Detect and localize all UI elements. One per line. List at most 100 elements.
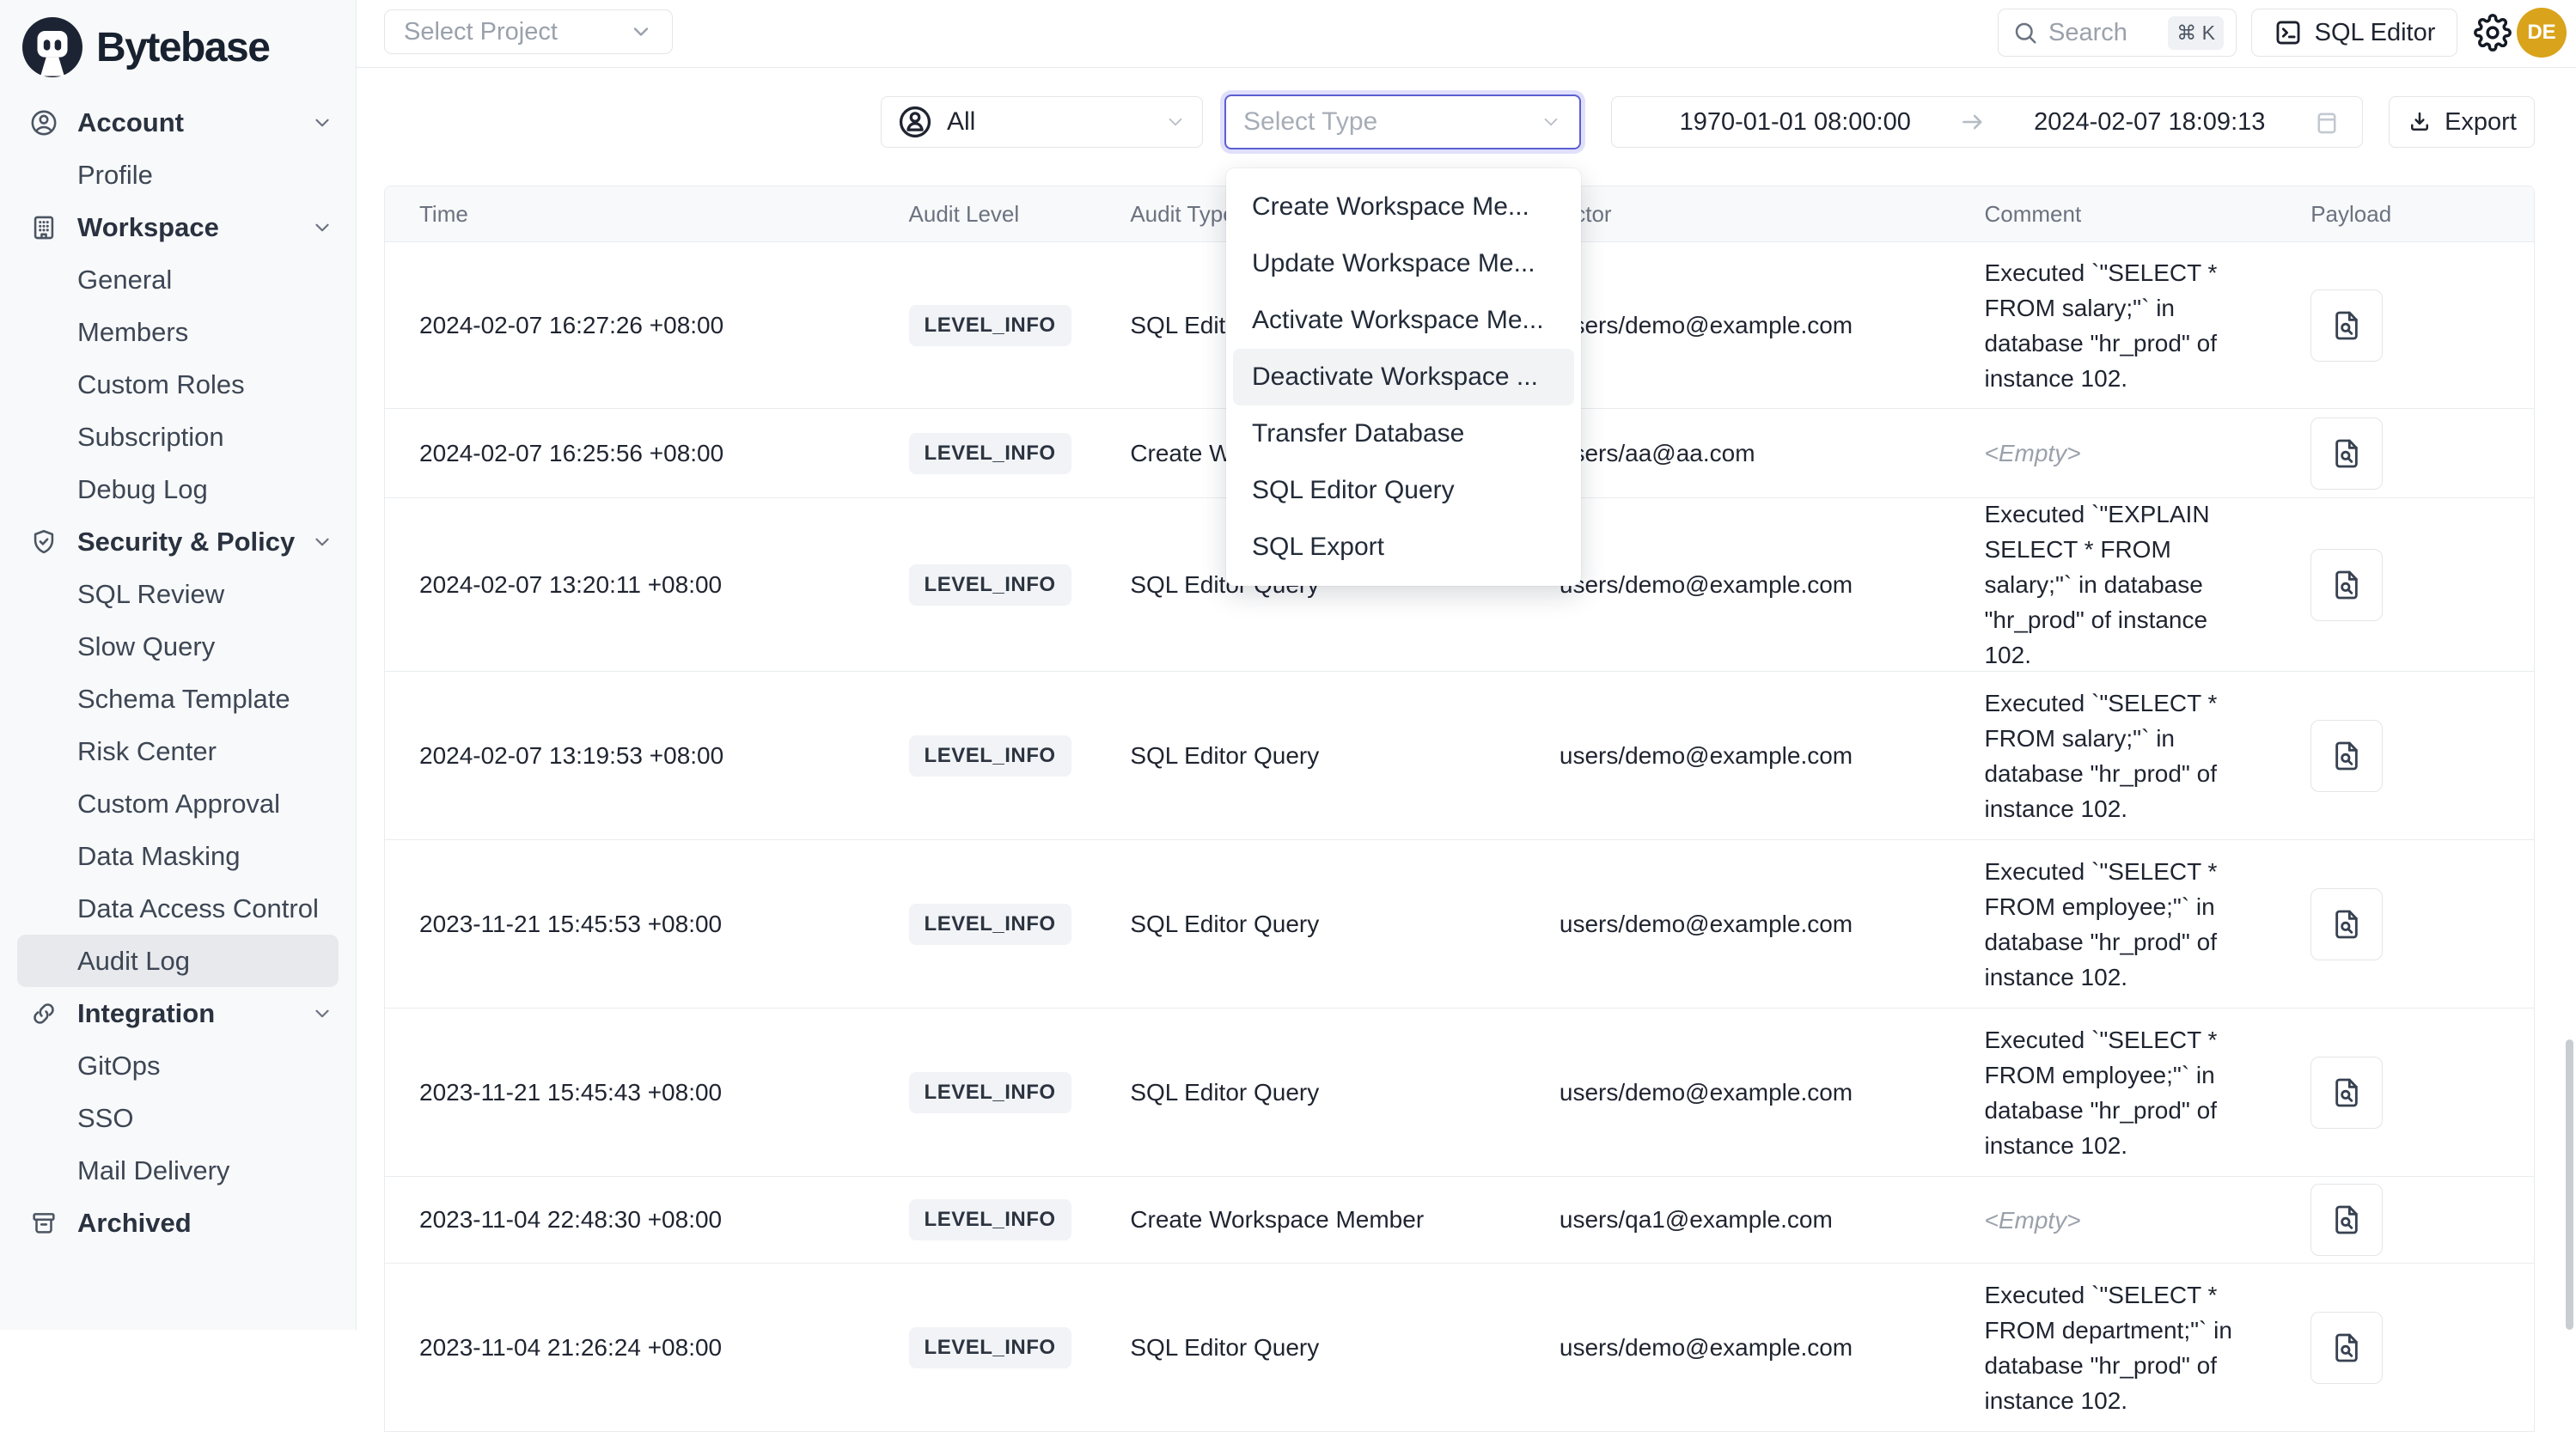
sidebar-item-label: Schema Template xyxy=(77,684,290,715)
audit-actor: users/aa@aa.com xyxy=(1560,440,1985,467)
topbar: Select Project Search ⌘ K SQL Editor DE xyxy=(357,0,2576,68)
search-shortcut-badge: ⌘ K xyxy=(2168,16,2224,50)
sidebar-item-sso[interactable]: SSO xyxy=(0,1092,356,1144)
sidebar-section-security-policy[interactable]: Security & Policy xyxy=(0,515,356,568)
sidebar-item-mail-delivery[interactable]: Mail Delivery xyxy=(0,1144,356,1197)
menu-item-activate-workspace-member[interactable]: Activate Workspace Me... xyxy=(1226,292,1581,349)
sidebar-item-slow-query[interactable]: Slow Query xyxy=(0,620,356,673)
sidebar-item-general[interactable]: General xyxy=(0,253,356,306)
audit-time: 2024-02-07 13:19:53 +08:00 xyxy=(385,742,909,770)
sidebar-item-subscription[interactable]: Subscription xyxy=(0,411,356,463)
audit-actor: users/demo@example.com xyxy=(1560,571,1985,599)
view-payload-button[interactable] xyxy=(2310,549,2383,621)
sidebar-item-label: Data Masking xyxy=(77,841,241,872)
archive-icon xyxy=(29,1209,58,1238)
date-range-picker[interactable]: 1970-01-01 08:00:00 2024-02-07 18:09:13 xyxy=(1611,96,2363,148)
view-payload-button[interactable] xyxy=(2310,720,2383,792)
sidebar-item-profile[interactable]: Profile xyxy=(0,149,356,201)
sidebar-item-schema-template[interactable]: Schema Template xyxy=(0,673,356,725)
audit-actor: users/demo@example.com xyxy=(1560,1079,1985,1106)
menu-item-sql-export[interactable]: SQL Export xyxy=(1226,519,1581,576)
sidebar-item-audit-log[interactable]: Audit Log xyxy=(17,935,339,987)
brand-logo[interactable]: Bytebase xyxy=(0,0,356,77)
view-payload-button[interactable] xyxy=(2310,289,2383,362)
project-select[interactable]: Select Project xyxy=(384,9,673,54)
view-payload-button[interactable] xyxy=(2310,888,2383,960)
sidebar-item-risk-center[interactable]: Risk Center xyxy=(0,725,356,777)
sidebar-item-members[interactable]: Members xyxy=(0,306,356,358)
menu-item-create-workspace-member[interactable]: Create Workspace Me... xyxy=(1226,179,1581,235)
sidebar-nav: Account Profile Workspace General Member… xyxy=(0,96,356,1249)
sidebar-section-integration[interactable]: Integration xyxy=(0,987,356,1039)
sidebar-item-debug-log[interactable]: Debug Log xyxy=(0,463,356,515)
actor-filter-select[interactable]: All xyxy=(881,96,1203,148)
export-button[interactable]: Export xyxy=(2389,96,2535,148)
sidebar-section-archived[interactable]: Archived xyxy=(0,1197,356,1249)
audit-payload-cell xyxy=(2306,720,2534,792)
calendar-icon xyxy=(2312,107,2341,137)
audit-time: 2024-02-07 13:20:11 +08:00 xyxy=(385,571,909,599)
settings-gear-icon[interactable] xyxy=(2472,10,2513,55)
sidebar-item-custom-approval[interactable]: Custom Approval xyxy=(0,777,356,830)
menu-item-deactivate-workspace-member[interactable]: Deactivate Workspace ... xyxy=(1233,349,1574,405)
section-label: Account xyxy=(77,107,311,138)
audit-level-cell: LEVEL_INFO xyxy=(909,1072,1131,1113)
sidebar-item-data-masking[interactable]: Data Masking xyxy=(0,830,356,882)
sidebar-item-label: GitOps xyxy=(77,1051,160,1082)
audit-comment: Executed `"SELECT * FROM salary;"` in da… xyxy=(1984,686,2306,826)
sidebar-item-label: Mail Delivery xyxy=(77,1155,229,1186)
audit-payload-cell xyxy=(2306,1057,2534,1129)
type-filter-select[interactable]: Select Type xyxy=(1224,94,1581,149)
sidebar-item-label: General xyxy=(77,265,172,296)
sidebar-item-label: Subscription xyxy=(77,422,224,453)
audit-actor: users/demo@example.com xyxy=(1560,312,1985,339)
sidebar-item-gitops[interactable]: GitOps xyxy=(0,1039,356,1092)
audit-level-cell: LEVEL_INFO xyxy=(909,904,1131,945)
view-payload-button[interactable] xyxy=(2310,1312,2383,1384)
sql-editor-label: SQL Editor xyxy=(2315,19,2436,47)
sidebar-item-label: Profile xyxy=(77,160,153,191)
audit-comment: Executed `"SELECT * FROM employee;"` in … xyxy=(1984,854,2306,995)
user-avatar[interactable]: DE xyxy=(2517,8,2567,58)
chevron-down-icon xyxy=(311,531,333,553)
sidebar-item-label: Data Access Control xyxy=(77,893,319,924)
section-label: Security & Policy xyxy=(77,527,311,558)
audit-type: SQL Editor Query xyxy=(1130,1334,1560,1362)
search-input[interactable]: Search ⌘ K xyxy=(1998,9,2237,57)
audit-time: 2024-02-07 16:27:26 +08:00 xyxy=(385,312,909,339)
vertical-scrollbar[interactable] xyxy=(2566,1039,2573,1330)
menu-item-update-workspace-member[interactable]: Update Workspace Me... xyxy=(1226,235,1581,292)
sql-editor-button[interactable]: SQL Editor xyxy=(2251,9,2457,57)
menu-item-transfer-database[interactable]: Transfer Database xyxy=(1226,405,1581,462)
date-to-value[interactable]: 2024-02-07 18:09:13 xyxy=(1987,108,2313,137)
project-select-placeholder: Select Project xyxy=(404,18,629,46)
link-icon xyxy=(29,999,58,1028)
audit-payload-cell xyxy=(2306,417,2534,490)
file-search-icon xyxy=(2329,1076,2364,1110)
sidebar-item-label: Members xyxy=(77,317,188,348)
view-payload-button[interactable] xyxy=(2310,1184,2383,1256)
menu-item-sql-editor-query[interactable]: SQL Editor Query xyxy=(1226,462,1581,519)
view-payload-button[interactable] xyxy=(2310,417,2383,490)
export-label: Export xyxy=(2445,108,2517,137)
file-search-icon xyxy=(2329,907,2364,941)
chevron-down-icon xyxy=(311,1002,333,1025)
audit-level-cell: LEVEL_INFO xyxy=(909,564,1131,606)
sidebar-section-workspace[interactable]: Workspace xyxy=(0,201,356,253)
audit-level-cell: LEVEL_INFO xyxy=(909,735,1131,777)
sidebar-item-custom-roles[interactable]: Custom Roles xyxy=(0,358,356,411)
audit-type: SQL Editor Query xyxy=(1130,742,1560,770)
sidebar-section-account[interactable]: Account xyxy=(0,96,356,149)
audit-level-badge: LEVEL_INFO xyxy=(909,305,1071,346)
sidebar-item-label: Slow Query xyxy=(77,631,215,662)
file-search-icon xyxy=(2329,1203,2364,1237)
view-payload-button[interactable] xyxy=(2310,1057,2383,1129)
date-from-value[interactable]: 1970-01-01 08:00:00 xyxy=(1633,108,1958,137)
search-placeholder: Search xyxy=(2048,19,2168,47)
sidebar-item-data-access-control[interactable]: Data Access Control xyxy=(0,882,356,935)
sidebar-item-sql-review[interactable]: SQL Review xyxy=(0,568,356,620)
audit-level-badge: LEVEL_INFO xyxy=(909,735,1071,777)
sidebar: Bytebase Account Profile Workspace Gener… xyxy=(0,0,357,1330)
audit-log-page: { "brand": { "name": "Bytebase" }, "topb… xyxy=(0,0,2576,1330)
section-label: Integration xyxy=(77,998,311,1029)
